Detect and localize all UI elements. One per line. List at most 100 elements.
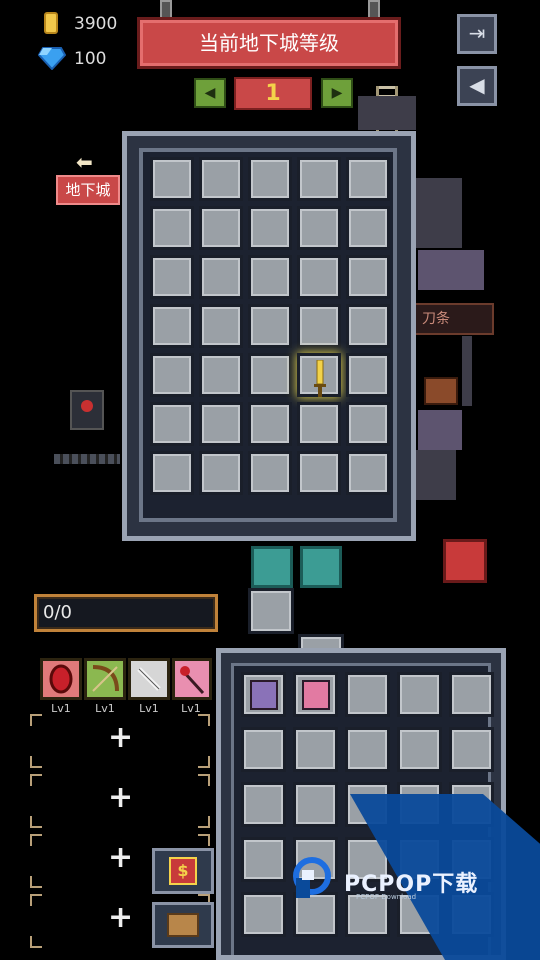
empty-skill-slot[interactable]: + bbox=[30, 714, 210, 768]
dollar-icon: $ bbox=[169, 857, 197, 885]
board-cell[interactable] bbox=[346, 304, 390, 348]
inventory-cell[interactable] bbox=[293, 727, 338, 772]
exit-button[interactable]: ⇥ bbox=[457, 14, 497, 54]
right-arrow-icon: ▶ bbox=[331, 85, 343, 101]
staff-icon bbox=[180, 666, 205, 695]
main-board bbox=[122, 131, 416, 541]
board-cell[interactable] bbox=[346, 402, 390, 446]
slot-corner bbox=[198, 756, 210, 768]
prev-level-button[interactable]: ◀ bbox=[194, 78, 226, 108]
inventory-cell[interactable] bbox=[449, 727, 494, 772]
inventory-cell[interactable] bbox=[241, 892, 286, 937]
strip-cell[interactable] bbox=[248, 588, 294, 634]
chest-icon bbox=[167, 913, 199, 937]
board-cell[interactable] bbox=[346, 451, 390, 495]
back-arrow-icon[interactable]: ⬅ bbox=[76, 150, 93, 174]
level-value: 1 bbox=[234, 77, 312, 110]
board-cell[interactable] bbox=[199, 157, 243, 201]
inventory-cell[interactable] bbox=[345, 672, 390, 717]
chain-decoration bbox=[462, 336, 472, 406]
board-grid bbox=[150, 157, 390, 495]
sword-icon bbox=[314, 360, 326, 397]
board-cell-sword[interactable] bbox=[297, 353, 341, 397]
board-cell[interactable] bbox=[199, 206, 243, 250]
board-cell[interactable] bbox=[150, 255, 194, 299]
inventory-cell[interactable] bbox=[241, 727, 286, 772]
next-level-button[interactable]: ▶ bbox=[321, 78, 353, 108]
skill-red-shield[interactable] bbox=[40, 658, 82, 700]
board-inner bbox=[139, 148, 397, 522]
empty-skill-slot[interactable]: + bbox=[30, 774, 210, 828]
skill-sword[interactable] bbox=[128, 658, 170, 700]
sound-button[interactable]: ◀ bbox=[457, 66, 497, 106]
red-shield-icon bbox=[49, 664, 73, 694]
chest-button[interactable] bbox=[152, 902, 214, 948]
slot-corner bbox=[198, 714, 210, 726]
inventory-cell[interactable] bbox=[397, 727, 442, 772]
slot-corner bbox=[30, 876, 42, 888]
sword-icon bbox=[137, 667, 161, 691]
inventory-cell[interactable] bbox=[241, 837, 286, 882]
pink-book-icon bbox=[302, 680, 330, 710]
inventory-cell[interactable] bbox=[241, 782, 286, 827]
blue-gem-icon bbox=[38, 47, 66, 70]
skill-staff[interactable] bbox=[172, 658, 212, 700]
chain-bar-decoration bbox=[54, 454, 120, 464]
board-cell[interactable] bbox=[248, 451, 292, 495]
board-cell[interactable] bbox=[199, 353, 243, 397]
inventory-cell[interactable] bbox=[241, 672, 286, 717]
stone-wall bbox=[358, 96, 416, 130]
watermark-subtext: PCPOP Download bbox=[356, 893, 417, 901]
exit-icon: ⇥ bbox=[468, 21, 486, 45]
board-cell[interactable] bbox=[248, 402, 292, 446]
board-cell[interactable] bbox=[248, 353, 292, 397]
board-cell[interactable] bbox=[346, 206, 390, 250]
board-cell[interactable] bbox=[248, 206, 292, 250]
slot-corner bbox=[30, 936, 42, 948]
board-cell[interactable] bbox=[297, 402, 341, 446]
inventory-cell[interactable] bbox=[397, 672, 442, 717]
board-cell[interactable] bbox=[150, 402, 194, 446]
board-cell[interactable] bbox=[297, 255, 341, 299]
slot-corner bbox=[30, 834, 42, 846]
board-cell[interactable] bbox=[248, 255, 292, 299]
board-cell[interactable] bbox=[199, 304, 243, 348]
board-cell[interactable] bbox=[150, 451, 194, 495]
inventory-cell[interactable] bbox=[293, 672, 338, 717]
board-cell[interactable] bbox=[346, 255, 390, 299]
red-slot[interactable] bbox=[443, 539, 487, 583]
board-cell[interactable] bbox=[199, 402, 243, 446]
red-orb-device-icon bbox=[70, 390, 104, 430]
inventory-cell[interactable] bbox=[345, 727, 390, 772]
board-cell[interactable] bbox=[150, 304, 194, 348]
dungeon-button[interactable]: 地下城 bbox=[56, 175, 120, 205]
shop-button[interactable]: $ bbox=[152, 848, 214, 894]
purple-book-icon bbox=[250, 680, 278, 710]
treasure-chest-icon[interactable] bbox=[424, 377, 458, 405]
board-cell[interactable] bbox=[150, 206, 194, 250]
board-cell[interactable] bbox=[346, 157, 390, 201]
inventory-cell[interactable] bbox=[449, 672, 494, 717]
board-cell[interactable] bbox=[150, 353, 194, 397]
board-cell[interactable] bbox=[199, 255, 243, 299]
board-cell[interactable] bbox=[248, 157, 292, 201]
left-arrow-icon: ◀ bbox=[204, 85, 216, 101]
board-cell[interactable] bbox=[297, 157, 341, 201]
teal-slot[interactable] bbox=[300, 546, 342, 588]
board-cell[interactable] bbox=[248, 304, 292, 348]
purple-rock bbox=[418, 410, 462, 450]
teal-slot[interactable] bbox=[251, 546, 293, 588]
board-cell[interactable] bbox=[346, 353, 390, 397]
dungeon-level-banner: 当前地下城等级 bbox=[140, 20, 398, 66]
board-cell[interactable] bbox=[297, 304, 341, 348]
slot-corner bbox=[198, 774, 210, 786]
board-cell[interactable] bbox=[199, 451, 243, 495]
skill-crossbow[interactable] bbox=[84, 658, 126, 700]
plus-icon: + bbox=[108, 900, 134, 935]
board-cell[interactable] bbox=[150, 157, 194, 201]
board-cell[interactable] bbox=[297, 451, 341, 495]
inventory-cell[interactable] bbox=[293, 782, 338, 827]
board-cell[interactable] bbox=[297, 206, 341, 250]
purple-rock bbox=[418, 250, 484, 290]
slot-corner bbox=[30, 756, 42, 768]
